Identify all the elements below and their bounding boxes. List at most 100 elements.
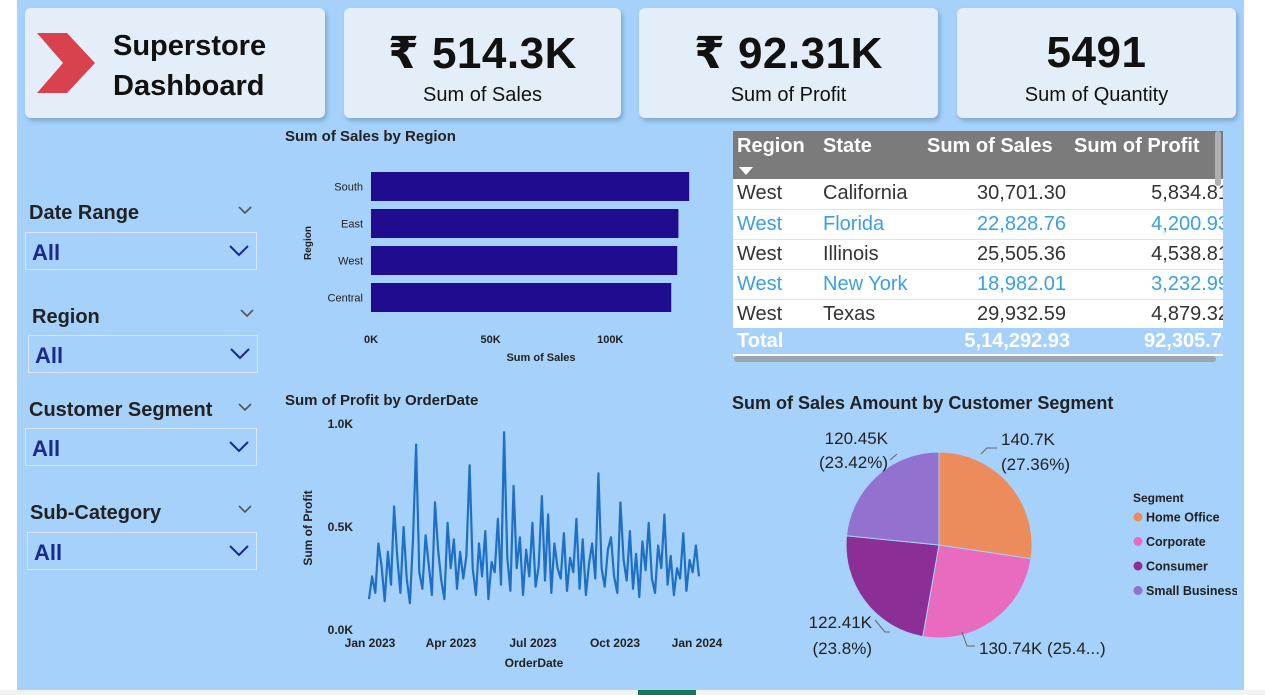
bar-west[interactable] [371,246,678,275]
slicer-title: Customer Segment [29,399,213,421]
slicer-title: Date Range [29,202,140,224]
table-row[interactable]: West New York 18,982.01 3,232.99 [733,269,1223,300]
chevron-down-icon [229,245,249,257]
cell-region: West [733,209,819,240]
legend-swatch [1133,537,1143,546]
table-row[interactable]: West Florida 22,828.76 4,200.93 [733,209,1223,240]
pie-data-label: 130.74K (25.4...) [979,639,1106,658]
y-tick-label: 1.0K [328,417,354,431]
title-line-1: Superstore [113,30,267,62]
slicer-dropdown[interactable]: All [25,428,257,466]
legend-item[interactable]: Small Business [1146,584,1237,598]
cell-state: Florida [819,209,923,240]
cell-sales: 22,828.76 [923,209,1070,240]
pie-slice-corporate[interactable] [922,544,1032,639]
chevron-down-icon [230,348,250,360]
line-chart: 0.0K 0.5K 1.0K Jan 2023 Apr 2023 Jul 2023 Oct … [301,417,723,670]
chevron-down-icon[interactable] [239,307,255,319]
slicer-dropdown[interactable]: All [25,232,257,270]
total-profit: 92,305.79 [1144,330,1223,352]
profit-line-series[interactable] [367,431,701,605]
title-card: Superstore Dashboard [25,8,325,118]
dashboard-canvas: Superstore Dashboard ₹ 514.3K Sum of Sal… [17,0,1244,690]
cell-region: West [733,239,819,270]
pie-chart-title: Sum of Sales Amount by Customer Segment [732,393,1114,413]
column-header-profit[interactable]: Sum of Profit [1070,131,1223,179]
legend-swatch [1133,512,1143,522]
kpi-profit-value: ₹ 92.31K [694,29,883,78]
table-row[interactable]: West California 30,701.30 5,834.81 [733,179,1223,210]
chevron-down-icon[interactable] [237,401,253,413]
x-tick-label: 50K [481,334,501,346]
leader-line [889,453,898,461]
x-axis-label: Sum of Sales [506,352,575,364]
legend-swatch [1133,586,1143,595]
cell-state: Illinois [819,239,923,270]
kpi-quantity-label: Sum of Quantity [1024,84,1169,106]
cell-sales: 30,701.30 [923,179,1070,210]
cell-sales: 25,505.36 [923,239,1070,270]
kpi-card-sales: ₹ 514.3K Sum of Sales [344,8,621,118]
bar-central[interactable] [371,283,672,312]
region-state-table: Region State Sum of Sales Sum of Profit … [733,131,1223,356]
line-chart-title: Sum of Profit by OrderDate [285,392,479,409]
table-row[interactable]: West Illinois 25,505.36 4,538.81 [733,239,1223,270]
horizontal-scrollbar[interactable] [734,356,1216,362]
pie-percent-label: (27.36%) [1001,455,1070,474]
x-tick-label: Oct 2023 [590,636,640,650]
pie-chart: 140.7K (27.36%) 130.74K (25.4...) 122.41K (2… [809,429,1237,658]
kpi-profit-label: Sum of Profit [730,84,847,106]
bar-chart-title: Sum of Sales by Region [285,128,456,145]
category-label: East [341,219,363,231]
chevron-down-icon[interactable] [237,204,253,216]
slicer-dropdown[interactable]: All [27,532,257,570]
legend-item[interactable]: Home Office [1146,511,1220,525]
slicer-title: Sub-Category [30,502,162,524]
slicer-value: All [32,436,61,461]
pie-data-label: 122.41K [809,613,873,632]
legend-title: Segment [1133,491,1184,505]
kpi-quantity-value: 5491 [1046,28,1147,77]
bar-chart: South East West Central 0K 50K 100K Sum of Sale… [303,172,690,364]
legend-swatch [1133,561,1143,571]
column-header-region[interactable]: Region [733,131,819,179]
bar-east[interactable] [371,209,679,238]
category-label: West [338,256,363,268]
cell-state: Texas [819,299,923,330]
cell-sales: 29,932.59 [923,299,1070,330]
slicer-dropdown[interactable]: All [28,335,258,373]
y-axis-label: Region [303,226,314,260]
pie-percent-label: (23.8%) [812,639,872,658]
footer-tab-indicator[interactable] [638,690,696,695]
table-row[interactable]: West Texas 29,932.59 4,879.32 [733,299,1223,330]
column-header-label: Region [737,135,805,157]
cell-region: West [733,269,819,300]
vertical-scrollbar[interactable] [1215,131,1221,186]
cell-profit: 4,879.32 [1070,299,1223,330]
chevron-down-icon[interactable] [237,503,253,515]
pie-percent-label: (23.42%) [819,453,888,472]
cell-sales: 18,982.01 [923,269,1070,300]
x-tick-label: Jan 2024 [672,636,723,650]
cell-region: West [733,299,819,330]
column-header-sales[interactable]: Sum of Sales [923,131,1070,179]
kpi-card-profit: ₹ 92.31K Sum of Profit [639,8,938,118]
chevron-down-icon [229,441,249,453]
footer-strip [0,690,1265,695]
x-tick-label: Jan 2023 [345,636,396,650]
title-line-2: Dashboard [113,70,265,102]
legend-item[interactable]: Consumer [1146,560,1208,574]
bar-south[interactable] [371,172,690,201]
total-label: Total [737,330,784,352]
cell-region: West [733,179,819,210]
column-header-state[interactable]: State [819,131,923,179]
legend-item[interactable]: Corporate [1146,535,1206,549]
pie-data-label: 140.7K [1001,430,1056,449]
cell-profit: 5,834.81 [1070,179,1223,210]
chevron-down-icon [229,545,249,557]
category-label: South [334,182,363,194]
y-tick-label: 0.0K [328,623,354,637]
table-header-row: Region State Sum of Sales Sum of Profit [733,131,1223,179]
sort-descending-icon [739,167,753,175]
kpi-sales-label: Sum of Sales [423,84,542,106]
